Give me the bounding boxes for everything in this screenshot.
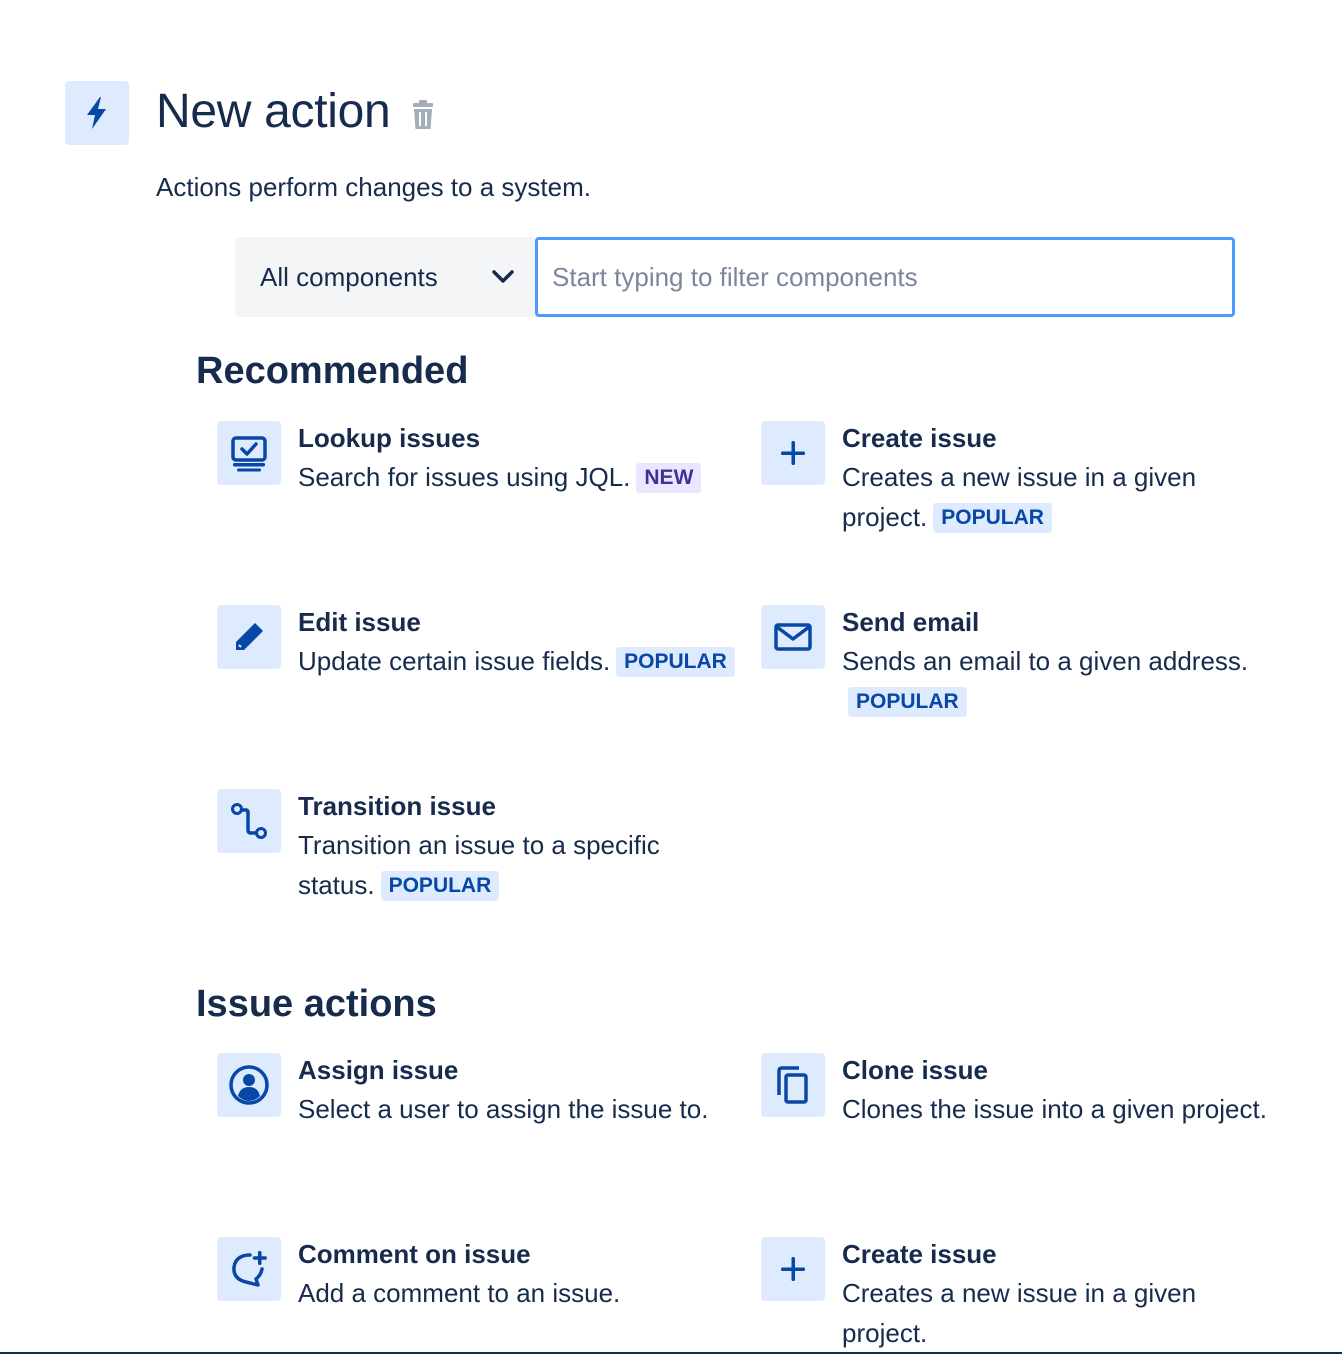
component-name: Create issue (842, 1239, 997, 1269)
component-name: Clone issue (842, 1055, 988, 1085)
component-name: Assign issue (298, 1055, 459, 1085)
popular-badge: POPULAR (380, 871, 500, 901)
email-icon (761, 605, 825, 669)
component-description: Add a comment to an issue. (298, 1278, 621, 1308)
chevron-down-icon (489, 263, 517, 291)
component-description: Sends an email to a given address. (842, 646, 1249, 676)
component-type-select[interactable]: All components (235, 237, 535, 317)
lightning-icon (65, 81, 129, 145)
component-name: Comment on issue (298, 1239, 531, 1269)
new-action-panel: New action Actions perform changes to a … (0, 0, 1342, 1354)
popular-badge: POPULAR (933, 503, 1052, 533)
lookup-icon (217, 421, 281, 485)
user-icon (217, 1053, 281, 1117)
component-description: Creates a new issue in a given project. (842, 1278, 1197, 1348)
popular-badge: POPULAR (616, 647, 735, 677)
new-badge: NEW (636, 463, 702, 493)
clone-icon (761, 1053, 825, 1117)
component-description: Search for issues using JQL. (298, 462, 631, 492)
component-description: Clones the issue into a given project. (842, 1094, 1267, 1124)
component-description: Update certain issue fields. (298, 646, 611, 676)
pencil-icon (217, 605, 281, 669)
popular-badge: POPULAR (848, 687, 967, 717)
page-title: New action (156, 85, 391, 138)
component-name: Edit issue (298, 607, 421, 637)
component-name: Create issue (842, 423, 997, 453)
component-description: Select a user to assign the issue to. (298, 1094, 709, 1124)
component-name: Transition issue (298, 791, 496, 821)
component-type-value: All components (260, 261, 438, 292)
comment-add-icon (217, 1237, 281, 1301)
filter-components-input[interactable] (535, 237, 1235, 317)
component-name: Send email (842, 607, 980, 637)
transition-icon (217, 789, 281, 853)
plus-icon (761, 421, 825, 485)
plus-icon (761, 1237, 825, 1301)
section-title-issue-actions: Issue actions (196, 983, 437, 1025)
section-title-recommended: Recommended (196, 350, 469, 392)
component-name: Lookup issues (298, 423, 481, 453)
trash-icon[interactable] (410, 100, 436, 130)
page-subtitle: Actions perform changes to a system. (156, 172, 591, 202)
